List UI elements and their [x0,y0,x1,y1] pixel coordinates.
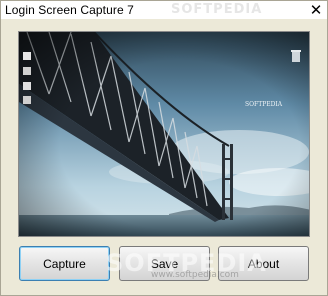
save-button[interactable]: Save [119,246,210,281]
recycle-bin-icon [291,50,301,62]
preview-image: SOFTPEDIA [19,32,309,236]
app-window: Login Screen Capture 7 SOFTPEDIA ✕ SOFTP… [0,0,328,296]
window-title: Login Screen Capture 7 [5,3,134,17]
about-button[interactable]: About [218,246,309,281]
close-button[interactable]: ✕ [307,1,325,19]
desktop-icon [23,52,31,60]
title-watermark: SOFTPEDIA [171,2,263,17]
dialog-client-area: SOFTPEDIA Capture Save About SOFTPEDIA w… [1,19,327,295]
desktop-icon [23,96,31,104]
screen-preview: SOFTPEDIA [18,31,310,237]
preview-overlay-text: SOFTPEDIA [245,101,283,108]
desktop-icon [23,82,31,90]
title-bar[interactable]: Login Screen Capture 7 SOFTPEDIA ✕ [1,1,327,19]
capture-button[interactable]: Capture [19,246,110,281]
desktop-icon [23,67,31,75]
